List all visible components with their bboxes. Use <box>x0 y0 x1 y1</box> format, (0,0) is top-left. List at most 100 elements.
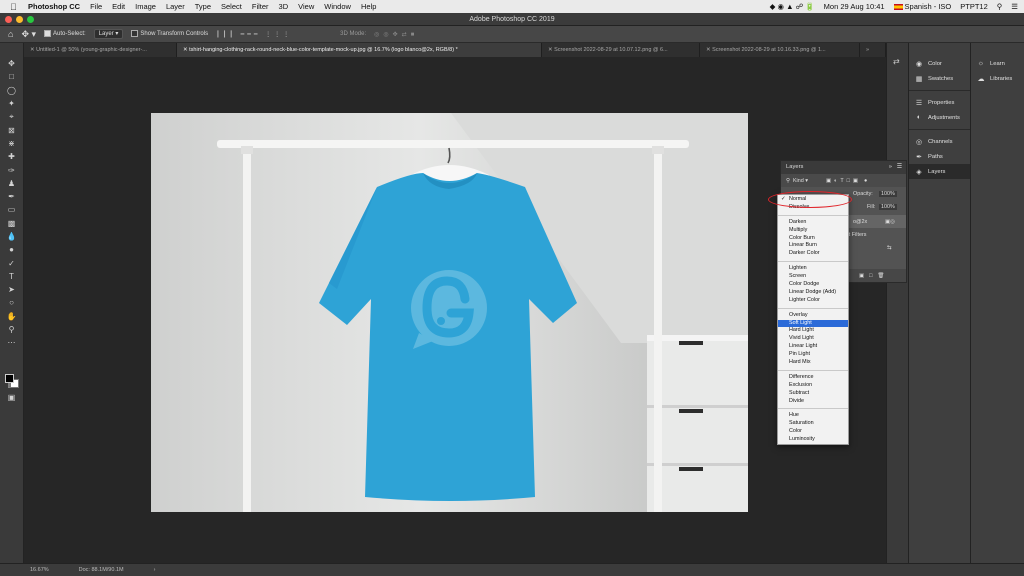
history-brush-tool-icon[interactable]: ✒ <box>5 190 19 203</box>
filter-icons[interactable]: ▣◐T□▣ <box>826 178 861 184</box>
panel-libraries[interactable]: ☁ Libraries <box>971 71 1024 86</box>
frame-tool-icon[interactable]: ⊠ <box>5 123 19 136</box>
blend-item-linear-burn[interactable]: Linear Burn <box>778 242 848 250</box>
type-tool-icon[interactable]: T <box>5 270 19 283</box>
home-icon[interactable]: ⌂ <box>8 29 13 39</box>
eyedropper-tool-icon[interactable]: ⋇ <box>5 137 19 150</box>
move-tool-icon[interactable]: ✥ <box>5 57 19 70</box>
panel-color[interactable]: ◉ Color <box>909 56 970 71</box>
blend-item-multiply[interactable]: Multiply <box>778 227 848 235</box>
status-icons[interactable]: ◆ ◉ ▲ ☍ 🔋 <box>770 2 815 11</box>
user-name[interactable]: PTPT12 <box>960 2 988 11</box>
tabs-overflow[interactable]: » <box>860 43 886 57</box>
panel-layers[interactable]: ◈ Layers <box>909 164 970 179</box>
panel-adjustments[interactable]: ◐ Adjustments <box>909 110 970 125</box>
blend-item-screen[interactable]: Screen <box>778 273 848 281</box>
blend-item-darken[interactable]: Darken <box>778 219 848 227</box>
path-select-tool-icon[interactable]: ➤ <box>5 283 19 296</box>
more-tools-icon[interactable]: ⋯ <box>5 336 19 349</box>
tab-tshirt-mockup[interactable]: ✕ tshirt-hanging-clothing-rack-round-nec… <box>177 43 542 57</box>
lasso-tool-icon[interactable]: ◯ <box>5 84 19 97</box>
move-tool-icon[interactable]: ✥ ▾ <box>21 29 36 40</box>
input-source[interactable]: Spanish - ISO <box>893 2 951 11</box>
tshirt-photo[interactable] <box>151 113 748 512</box>
panel-channels[interactable]: ◎ Channels <box>909 134 970 149</box>
zoom-icon[interactable] <box>27 16 34 23</box>
filter-options-icon[interactable]: ⇆ <box>887 245 892 251</box>
blend-item-overlay[interactable]: Overlay <box>778 312 848 320</box>
blend-item-hard-mix[interactable]: Hard Mix <box>778 359 848 367</box>
panel-menu-icon[interactable]: ☰ <box>897 161 902 174</box>
layers-panel-title[interactable]: Layers <box>786 164 803 170</box>
dodge-tool-icon[interactable]: ● <box>5 243 19 256</box>
menu-filter[interactable]: Filter <box>252 2 269 11</box>
blend-item-subtract[interactable]: Subtract <box>778 390 848 398</box>
fill-field[interactable]: 100% <box>879 203 897 210</box>
blend-item-pin-light[interactable]: Pin Light <box>778 351 848 359</box>
align-icons[interactable]: ┃┃┃ ━━━ ⋮⋮⋮ <box>216 31 292 38</box>
menu-window[interactable]: Window <box>324 2 351 11</box>
apple-icon[interactable]:  <box>10 2 20 12</box>
blend-item-vivid-light[interactable]: Vivid Light <box>778 335 848 343</box>
opacity-field[interactable]: 100% <box>879 190 897 197</box>
blend-item-color-burn[interactable]: Color Burn <box>778 235 848 243</box>
app-menu[interactable]: Photoshop CC <box>28 2 80 11</box>
menu-3d[interactable]: 3D <box>279 2 289 11</box>
menu-view[interactable]: View <box>298 2 314 11</box>
panel-paths[interactable]: ✒ Paths <box>909 149 970 164</box>
blend-item-divide[interactable]: Divide <box>778 398 848 406</box>
blend-item-lighten[interactable]: Lighten <box>778 265 848 273</box>
blend-item-saturation[interactable]: Saturation <box>778 420 848 428</box>
tab-screenshot-1[interactable]: ✕ Screenshot 2022-08-29 at 10.07.12.png … <box>542 43 700 57</box>
search-icon[interactable]: ⚲ <box>997 2 1003 11</box>
quick-select-tool-icon[interactable]: ✦ <box>5 97 19 110</box>
close-icon[interactable] <box>5 16 12 23</box>
menu-help[interactable]: Help <box>361 2 376 11</box>
panel-swatches[interactable]: ▦ Swatches <box>909 71 970 86</box>
filter-toggle-icon[interactable]: ● <box>864 178 867 184</box>
blend-item-lighter-color[interactable]: Lighter Color <box>778 297 848 305</box>
pen-tool-icon[interactable]: ✓ <box>5 256 19 269</box>
eraser-tool-icon[interactable]: ▭ <box>5 203 19 216</box>
zoom-tool-icon[interactable]: ⚲ <box>5 323 19 336</box>
screen-mode-icon[interactable]: ▣ <box>5 391 19 404</box>
history-icon[interactable]: ⇄ <box>893 57 908 66</box>
blend-item-linear-light[interactable]: Linear Light <box>778 343 848 351</box>
menu-list-icon[interactable]: ☰ <box>1011 2 1018 11</box>
tab-untitled[interactable]: ✕ Untitled-1 @ 50% (young-graphic-design… <box>24 43 177 57</box>
3d-tools-icons[interactable]: ◎◎✥⇄■ <box>374 31 418 38</box>
menu-image[interactable]: Image <box>135 2 156 11</box>
zoom-level[interactable]: 16.67% <box>30 567 49 573</box>
status-arrow-icon[interactable]: › <box>154 567 156 573</box>
tab-screenshot-2[interactable]: ✕ Screenshot 2022-08-29 at 10.16.33.png … <box>700 43 860 57</box>
menu-type[interactable]: Type <box>195 2 211 11</box>
crop-tool-icon[interactable]: ⌖ <box>5 110 19 123</box>
brush-tool-icon[interactable]: ✑ <box>5 163 19 176</box>
transform-controls-checkbox[interactable]: Show Transform Controls <box>131 30 208 38</box>
marquee-tool-icon[interactable]: □ <box>5 70 19 83</box>
layer-name[interactable]: o@2x <box>853 219 867 225</box>
blend-item-hard-light[interactable]: Hard Light <box>778 327 848 335</box>
menu-file[interactable]: File <box>90 2 102 11</box>
menu-select[interactable]: Select <box>221 2 242 11</box>
collapse-icon[interactable]: » <box>889 161 892 174</box>
healing-tool-icon[interactable]: ✚ <box>5 150 19 163</box>
blend-item-exclusion[interactable]: Exclusion <box>778 382 848 390</box>
layer-action-icons[interactable]: ▣□🗑 <box>859 273 889 279</box>
blend-item-linear-dodge[interactable]: Linear Dodge (Add) <box>778 289 848 297</box>
blend-item-color-dodge[interactable]: Color Dodge <box>778 281 848 289</box>
gradient-tool-icon[interactable]: ▩ <box>5 217 19 230</box>
blend-item-hue[interactable]: Hue <box>778 412 848 420</box>
blur-tool-icon[interactable]: 💧 <box>5 230 19 243</box>
blend-item-color[interactable]: Color <box>778 428 848 436</box>
panel-learn[interactable]: ☼ Learn <box>971 56 1024 71</box>
panel-properties[interactable]: ☰ Properties <box>909 95 970 110</box>
shape-tool-icon[interactable]: ○ <box>5 296 19 309</box>
stamp-tool-icon[interactable]: ♟ <box>5 177 19 190</box>
blend-item-darker-color[interactable]: Darker Color <box>778 250 848 258</box>
minimize-icon[interactable] <box>16 16 23 23</box>
canvas-area[interactable] <box>24 57 886 563</box>
foreground-color-swatch[interactable] <box>5 374 14 383</box>
blend-item-luminosity[interactable]: Luminosity <box>778 436 848 444</box>
blend-item-difference[interactable]: Difference <box>778 374 848 382</box>
